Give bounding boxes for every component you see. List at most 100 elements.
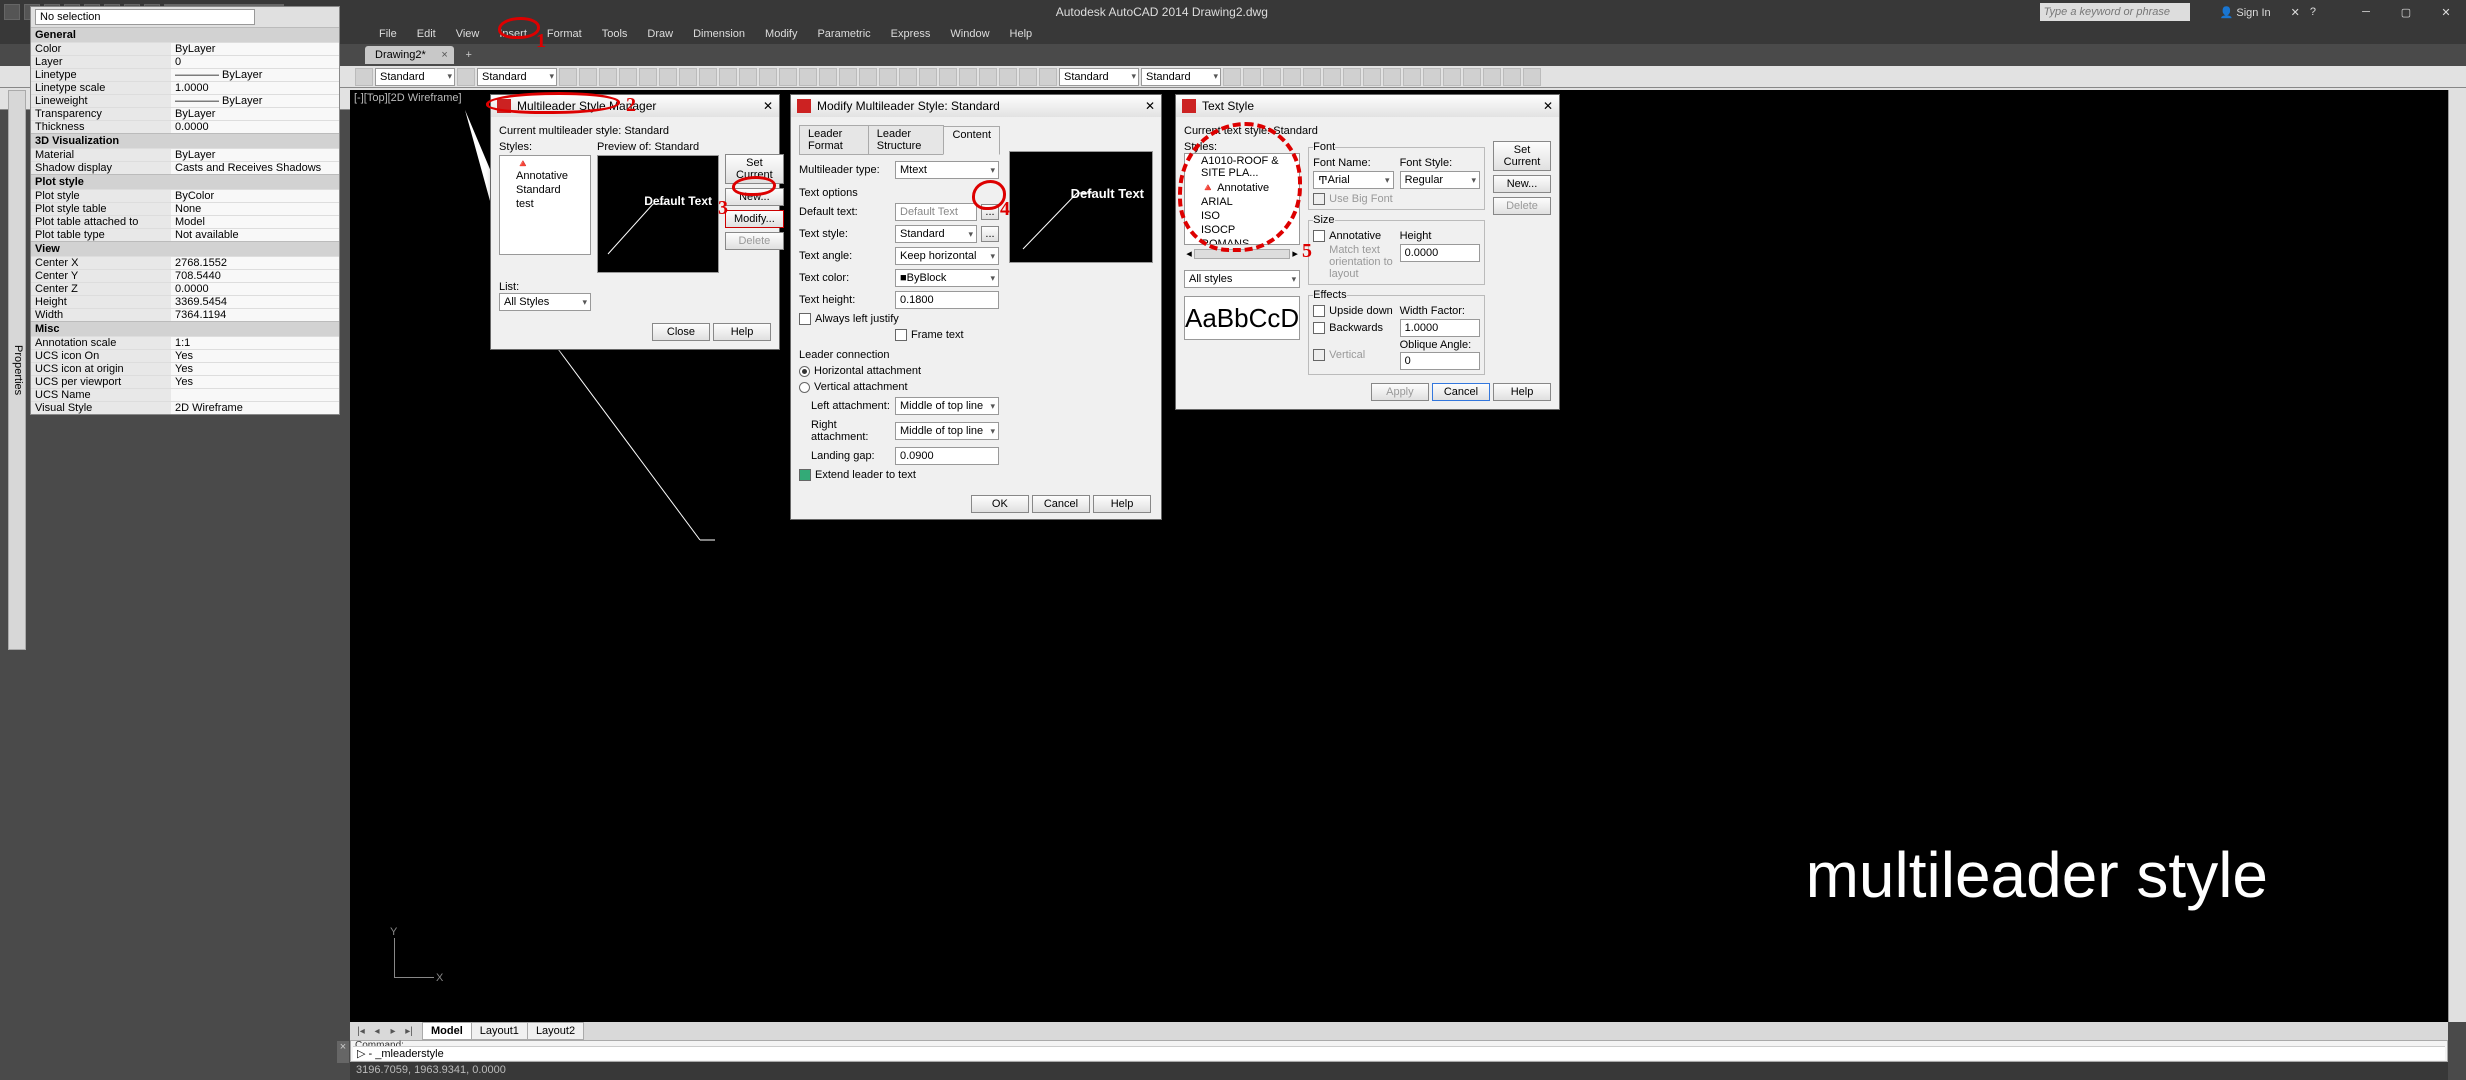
- property-value[interactable]: Yes: [171, 350, 339, 362]
- properties-row[interactable]: Center Y708.5440: [31, 269, 339, 282]
- tool-icon[interactable]: [939, 68, 957, 86]
- fontstyle-dropdown[interactable]: Regular: [1400, 171, 1480, 189]
- text-style-browse[interactable]: ...: [981, 226, 999, 242]
- tool-icon[interactable]: [699, 68, 717, 86]
- tool-icon[interactable]: [619, 68, 637, 86]
- menu-insert[interactable]: Insert: [490, 26, 536, 42]
- list-item[interactable]: 🔺 Annotative: [1185, 180, 1299, 195]
- tool-icon[interactable]: [639, 68, 657, 86]
- properties-section-header[interactable]: Plot style: [31, 174, 339, 189]
- annotative-checkbox[interactable]: [1313, 230, 1325, 242]
- properties-row[interactable]: Plot style tableNone: [31, 202, 339, 215]
- left-attach-dropdown[interactable]: Middle of top line: [895, 397, 999, 415]
- properties-row[interactable]: Annotation scale1:1: [31, 336, 339, 349]
- close-icon[interactable]: ✕: [763, 99, 773, 113]
- close-icon[interactable]: ✕: [1543, 99, 1553, 113]
- exchange-apps-icon[interactable]: ✕: [2291, 6, 2300, 19]
- property-value[interactable]: Model: [171, 216, 339, 228]
- properties-section-header[interactable]: 3D Visualization: [31, 133, 339, 148]
- property-value[interactable]: ———— ByLayer: [171, 69, 339, 81]
- properties-row[interactable]: Linetype———— ByLayer: [31, 68, 339, 81]
- dialog-title-bar[interactable]: Modify Multileader Style: Standard ✕: [791, 95, 1161, 117]
- new-button[interactable]: New...: [725, 188, 784, 206]
- filter-dropdown[interactable]: All styles: [1184, 270, 1300, 288]
- property-value[interactable]: ByLayer: [171, 149, 339, 161]
- properties-row[interactable]: UCS Name: [31, 388, 339, 401]
- new-tab-button[interactable]: +: [460, 49, 478, 61]
- upside-checkbox[interactable]: [1313, 305, 1325, 317]
- menu-view[interactable]: View: [447, 26, 489, 42]
- annotation-scale-dropdown[interactable]: Standard: [375, 68, 455, 86]
- tool-icon[interactable]: [1343, 68, 1361, 86]
- help-button[interactable]: Help: [1093, 495, 1151, 513]
- property-value[interactable]: 1.0000: [171, 82, 339, 94]
- menu-dimension[interactable]: Dimension: [684, 26, 754, 42]
- tool-icon[interactable]: [1483, 68, 1501, 86]
- help-icon[interactable]: ?: [2310, 6, 2316, 18]
- menu-file[interactable]: File: [370, 26, 406, 42]
- tool-icon[interactable]: [1243, 68, 1261, 86]
- command-input[interactable]: - _mleaderstyle: [369, 1048, 444, 1060]
- property-value[interactable]: 1:1: [171, 337, 339, 349]
- menu-draw[interactable]: Draw: [638, 26, 682, 42]
- property-value[interactable]: 3369.5454: [171, 296, 339, 308]
- tool-icon[interactable]: [559, 68, 577, 86]
- property-value[interactable]: 708.5440: [171, 270, 339, 282]
- text-angle-dropdown[interactable]: Keep horizontal: [895, 247, 999, 265]
- menu-tools[interactable]: Tools: [593, 26, 637, 42]
- tab-layout1[interactable]: Layout1: [471, 1022, 528, 1040]
- property-value[interactable]: Yes: [171, 376, 339, 388]
- text-height-field[interactable]: 0.1800: [895, 291, 999, 309]
- tool-icon[interactable]: [1503, 68, 1521, 86]
- fontname-dropdown[interactable]: Ͳ Arial: [1313, 171, 1393, 189]
- properties-row[interactable]: Height3369.5454: [31, 295, 339, 308]
- text-color-dropdown[interactable]: ■ ByBlock: [895, 269, 999, 287]
- property-value[interactable]: [171, 389, 339, 401]
- property-value[interactable]: 2768.1552: [171, 257, 339, 269]
- tool-icon[interactable]: [1323, 68, 1341, 86]
- default-text-browse[interactable]: ...: [981, 204, 999, 220]
- mls-style-dropdown[interactable]: Standard: [1059, 68, 1139, 86]
- right-toolbar[interactable]: [2448, 90, 2466, 1022]
- properties-row[interactable]: UCS icon at originYes: [31, 362, 339, 375]
- default-text-field[interactable]: Default Text: [895, 203, 977, 221]
- property-value[interactable]: ByLayer: [171, 43, 339, 55]
- styles-list[interactable]: A1010-ROOF & SITE PLA...🔺 AnnotativeARIA…: [1184, 153, 1300, 245]
- landing-gap-field[interactable]: 0.0900: [895, 447, 999, 465]
- scrollbar[interactable]: [1194, 249, 1290, 259]
- modify-button[interactable]: Modify...: [725, 210, 784, 228]
- tool-icon[interactable]: [1283, 68, 1301, 86]
- tool-icon[interactable]: [679, 68, 697, 86]
- frame-text-checkbox[interactable]: [895, 329, 907, 341]
- new-button[interactable]: New...: [1493, 175, 1551, 193]
- list-item[interactable]: 🔺 Annotative: [500, 156, 590, 183]
- cmdline-close-icon[interactable]: ×: [337, 1041, 349, 1063]
- property-value[interactable]: Yes: [171, 363, 339, 375]
- dim-style-dropdown[interactable]: Standard: [477, 68, 557, 86]
- list-item[interactable]: ISO: [1185, 209, 1299, 223]
- help-search[interactable]: Type a keyword or phrase: [2040, 3, 2190, 21]
- menu-help[interactable]: Help: [1001, 26, 1042, 42]
- tab-model[interactable]: Model: [422, 1022, 472, 1040]
- command-line[interactable]: × Command:Command: ▷ - _mleaderstyle: [350, 1040, 2448, 1062]
- tool-icon[interactable]: [1403, 68, 1421, 86]
- tool-icon[interactable]: [1363, 68, 1381, 86]
- height-field[interactable]: 0.0000: [1400, 244, 1480, 262]
- properties-section-header[interactable]: General: [31, 27, 339, 42]
- property-value[interactable]: None: [171, 203, 339, 215]
- properties-row[interactable]: Visual Style2D Wireframe: [31, 401, 339, 414]
- menu-express[interactable]: Express: [882, 26, 940, 42]
- properties-row[interactable]: Width7364.1194: [31, 308, 339, 321]
- tool-icon[interactable]: [1443, 68, 1461, 86]
- tool-icon[interactable]: [859, 68, 877, 86]
- list-item[interactable]: A1010-ROOF & SITE PLA...: [1185, 154, 1299, 180]
- property-value[interactable]: 0.0000: [171, 121, 339, 133]
- property-value[interactable]: ByLayer: [171, 108, 339, 120]
- properties-row[interactable]: Linetype scale1.0000: [31, 81, 339, 94]
- sign-in-button[interactable]: 👤 Sign In: [2220, 6, 2271, 19]
- tab-leader-format[interactable]: Leader Format: [799, 125, 869, 154]
- scroll-left-icon[interactable]: ◂: [1184, 247, 1194, 260]
- ok-button[interactable]: OK: [971, 495, 1029, 513]
- properties-row[interactable]: UCS per viewportYes: [31, 375, 339, 388]
- tool-icon[interactable]: [759, 68, 777, 86]
